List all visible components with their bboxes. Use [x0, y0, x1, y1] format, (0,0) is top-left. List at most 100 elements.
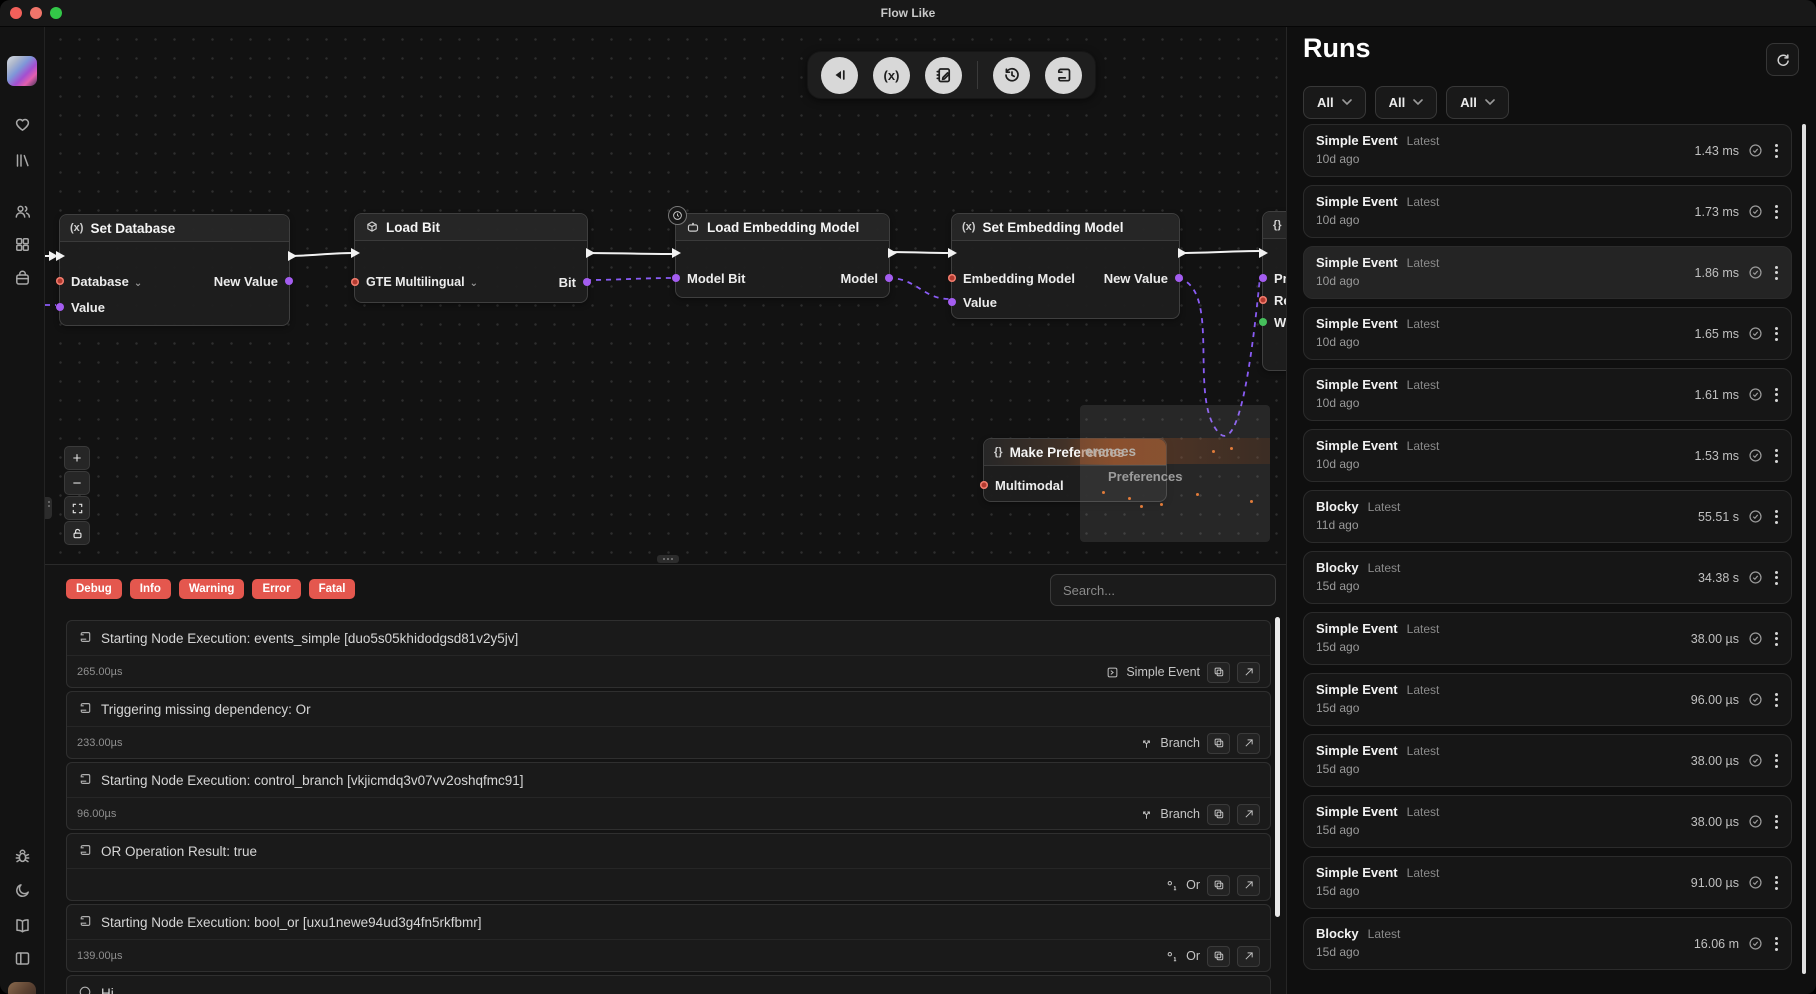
users-icon[interactable]	[9, 198, 35, 224]
library-icon[interactable]	[9, 147, 35, 173]
kebab-menu-icon[interactable]	[1772, 569, 1781, 587]
exec-out-pin[interactable]	[888, 248, 897, 258]
runs-filter-dropdown-1[interactable]: All	[1303, 86, 1366, 119]
run-item[interactable]: Simple Event Latest 15d ago 38.00 µs	[1303, 612, 1792, 665]
run-item[interactable]: Blocky Latest 15d ago 34.38 s	[1303, 551, 1792, 604]
node-set-embedding-model[interactable]: (x)Set Embedding Model Embedding Model N…	[951, 213, 1180, 319]
variable-button[interactable]: (x)	[873, 57, 910, 94]
output-pin[interactable]	[583, 278, 591, 286]
node-load-embedding-model[interactable]: Load Embedding Model Model Bit Model	[675, 213, 890, 298]
input-pin[interactable]	[948, 298, 956, 306]
flow-canvas[interactable]: (x) (x)Set Database	[45, 27, 1286, 564]
log-filter-warning[interactable]: Warning	[179, 579, 245, 599]
run-item[interactable]: Blocky Latest 11d ago 55.51 s	[1303, 490, 1792, 543]
kebab-menu-icon[interactable]	[1772, 264, 1781, 282]
output-pin[interactable]	[1175, 274, 1183, 282]
kebab-menu-icon[interactable]	[1772, 691, 1781, 709]
input-pin[interactable]	[1259, 274, 1267, 282]
kebab-menu-icon[interactable]	[1772, 630, 1781, 648]
history-button[interactable]	[993, 57, 1030, 94]
layout-grid-icon[interactable]	[9, 231, 35, 257]
zoom-out-button[interactable]: −	[64, 471, 90, 495]
open-log-button[interactable]	[1237, 733, 1260, 754]
node-struct[interactable]: {} Pr Re W	[1262, 211, 1286, 371]
moon-icon[interactable]	[9, 877, 35, 903]
step-back-button[interactable]	[821, 57, 858, 94]
input-pin[interactable]	[1259, 318, 1267, 326]
runs-scrollbar[interactable]	[1802, 124, 1806, 974]
kebab-menu-icon[interactable]	[1772, 386, 1781, 404]
open-log-button[interactable]	[1237, 946, 1260, 967]
exec-out-pin[interactable]	[586, 248, 595, 258]
open-log-button[interactable]	[1237, 875, 1260, 896]
copy-button[interactable]	[1207, 804, 1230, 825]
panel-resize-grip[interactable]	[45, 497, 52, 519]
output-pin[interactable]	[885, 274, 893, 282]
lock-button[interactable]	[64, 521, 90, 545]
input-pin[interactable]	[980, 481, 988, 489]
run-item[interactable]: Simple Event Latest 10d ago 1.61 ms	[1303, 368, 1792, 421]
node-load-bit[interactable]: Load Bit GTE Multilingual⌄ Bit	[354, 213, 588, 303]
exec-out-pin[interactable]	[1178, 248, 1187, 258]
log-search-input[interactable]	[1050, 574, 1276, 606]
book-icon[interactable]	[9, 912, 35, 938]
open-log-button[interactable]	[1237, 662, 1260, 683]
user-avatar[interactable]	[8, 982, 36, 994]
log-scrollbar[interactable]	[1275, 617, 1280, 917]
heart-icon[interactable]	[9, 111, 35, 137]
copy-button[interactable]	[1207, 875, 1230, 896]
copy-button[interactable]	[1207, 662, 1230, 683]
input-pin[interactable]	[56, 303, 64, 311]
app-logo[interactable]	[7, 56, 37, 86]
log-resize-handle[interactable]	[657, 555, 679, 563]
input-label-dropdown[interactable]: Database⌄	[71, 274, 142, 289]
log-filter-debug[interactable]: Debug	[66, 579, 122, 599]
run-item[interactable]: Blocky Latest 15d ago 16.06 m	[1303, 917, 1792, 970]
log-filter-error[interactable]: Error	[252, 579, 300, 599]
kebab-menu-icon[interactable]	[1772, 508, 1781, 526]
run-item[interactable]: Simple Event Latest 10d ago 1.53 ms	[1303, 429, 1792, 482]
run-item[interactable]: Simple Event Latest 10d ago 1.43 ms	[1303, 124, 1792, 177]
log-filter-info[interactable]: Info	[130, 579, 171, 599]
log-entry[interactable]: OR Operation Result: true Or	[66, 833, 1271, 901]
input-pin[interactable]	[351, 278, 359, 286]
notebook-pen-button[interactable]	[925, 57, 962, 94]
log-entry[interactable]: Hi	[66, 975, 1271, 994]
scroll-button[interactable]	[1045, 57, 1082, 94]
node-set-database[interactable]: (x)Set Database Database⌄ New Value Valu…	[59, 214, 290, 326]
exec-out-pin[interactable]	[288, 251, 297, 261]
copy-button[interactable]	[1207, 946, 1230, 967]
input-pin[interactable]	[672, 274, 680, 282]
run-item[interactable]: Simple Event Latest 10d ago 1.65 ms	[1303, 307, 1792, 360]
refresh-runs-button[interactable]	[1766, 43, 1799, 76]
run-item[interactable]: Simple Event Latest 15d ago 38.00 µs	[1303, 795, 1792, 848]
bug-icon[interactable]	[9, 843, 35, 869]
exec-in-pin[interactable]	[1259, 248, 1268, 258]
kebab-menu-icon[interactable]	[1772, 874, 1781, 892]
run-item[interactable]: Simple Event Latest 15d ago 96.00 µs	[1303, 673, 1792, 726]
runs-filter-dropdown-3[interactable]: All	[1446, 86, 1509, 119]
kebab-menu-icon[interactable]	[1772, 752, 1781, 770]
input-pin[interactable]	[56, 277, 64, 285]
log-filter-fatal[interactable]: Fatal	[309, 579, 356, 599]
log-entry[interactable]: Starting Node Execution: control_branch …	[66, 762, 1271, 830]
bag-icon[interactable]	[9, 265, 35, 291]
panel-left-icon[interactable]	[9, 945, 35, 971]
fit-view-button[interactable]	[64, 496, 90, 520]
exec-in-pin[interactable]	[672, 248, 681, 258]
copy-button[interactable]	[1207, 733, 1230, 754]
run-item[interactable]: Simple Event Latest 10d ago 1.73 ms	[1303, 185, 1792, 238]
run-item[interactable]: Simple Event Latest 10d ago 1.86 ms	[1303, 246, 1792, 299]
log-entry[interactable]: Starting Node Execution: events_simple […	[66, 620, 1271, 688]
kebab-menu-icon[interactable]	[1772, 325, 1781, 343]
exec-in-pin[interactable]	[56, 251, 65, 261]
exec-in-pin[interactable]	[948, 248, 957, 258]
kebab-menu-icon[interactable]	[1772, 813, 1781, 831]
log-entry[interactable]: Starting Node Execution: bool_or [uxu1ne…	[66, 904, 1271, 972]
open-log-button[interactable]	[1237, 804, 1260, 825]
kebab-menu-icon[interactable]	[1772, 142, 1781, 160]
input-label-dropdown[interactable]: GTE Multilingual⌄	[366, 275, 478, 289]
log-entry[interactable]: Triggering missing dependency: Or 233.00…	[66, 691, 1271, 759]
run-item[interactable]: Simple Event Latest 15d ago 38.00 µs	[1303, 734, 1792, 787]
runs-filter-dropdown-2[interactable]: All	[1375, 86, 1438, 119]
